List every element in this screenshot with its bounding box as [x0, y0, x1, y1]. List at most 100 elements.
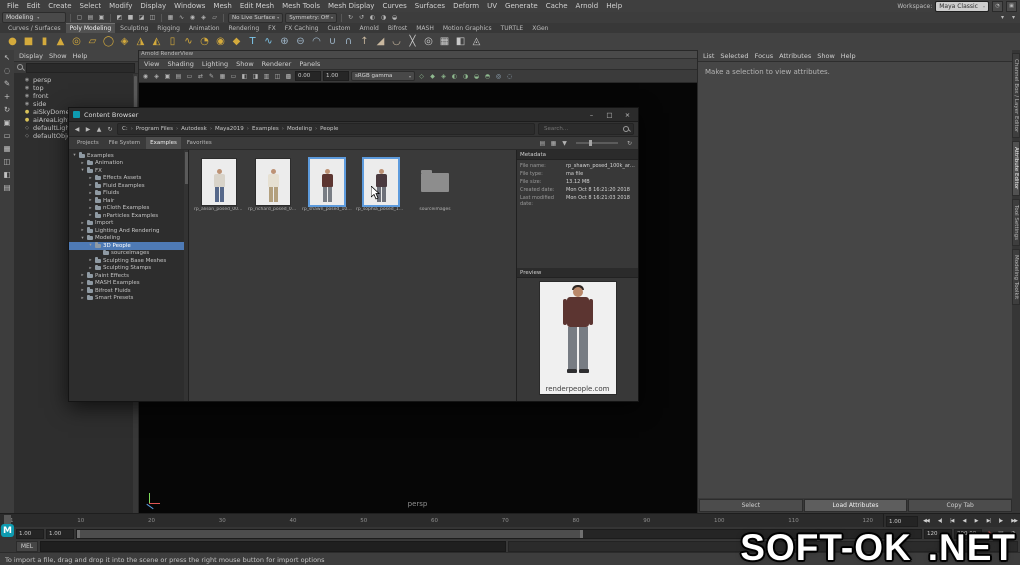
- breadcrumb-segment[interactable]: Autodesk: [173, 126, 207, 132]
- type-tool-icon[interactable]: T: [245, 34, 260, 49]
- exposure-field[interactable]: [295, 71, 321, 81]
- thumbnail-size-slider[interactable]: [576, 142, 618, 144]
- outliner-menu-item[interactable]: Show: [46, 52, 70, 60]
- tree-item[interactable]: ▸ Paint Effects: [69, 272, 188, 280]
- poly-disc-icon[interactable]: ◯: [101, 34, 116, 49]
- save-scene-icon[interactable]: ▣: [97, 14, 106, 21]
- tree-item[interactable]: ▾ FX: [69, 167, 188, 175]
- menubar-item[interactable]: Help: [602, 2, 626, 10]
- asset-item[interactable]: rp_shawn_posed_100K_ar...: [303, 158, 351, 212]
- tree-expand-arrow[interactable]: ▸: [88, 213, 93, 218]
- move-tool-icon[interactable]: +: [4, 92, 10, 101]
- menubar-item[interactable]: Arnold: [572, 2, 603, 10]
- tree-item[interactable]: ▸ Bifrost Fluids: [69, 287, 188, 295]
- ipr-render-icon[interactable]: ◑: [379, 14, 388, 21]
- field-chart-icon[interactable]: ▥: [262, 73, 271, 80]
- bridge-icon[interactable]: ◡: [389, 34, 404, 49]
- playback-start-field[interactable]: [46, 529, 74, 539]
- split-pane-layout-icon[interactable]: ◧: [3, 170, 10, 179]
- refresh-icon[interactable]: ↻: [106, 126, 114, 133]
- select-object-icon[interactable]: ■: [126, 14, 135, 21]
- range-slider-bar[interactable]: [77, 530, 583, 538]
- attribute-editor-menu-item[interactable]: Show: [814, 52, 838, 60]
- tree-item[interactable]: ▾ 3D People: [69, 242, 188, 250]
- command-line-input[interactable]: [40, 541, 506, 552]
- poly-helix-icon[interactable]: ∿: [181, 34, 196, 49]
- tree-item[interactable]: ▸ Lighting And Rendering: [69, 227, 188, 235]
- shelf-tab[interactable]: MASH: [412, 23, 438, 33]
- snap-curve-icon[interactable]: ∿: [177, 14, 186, 21]
- tree-item[interactable]: ▸ Smart Presets: [69, 295, 188, 303]
- viewport-menu-item[interactable]: Panels: [295, 60, 324, 68]
- safe-title-icon[interactable]: ▩: [284, 73, 293, 80]
- viewport-menu-item[interactable]: Shading: [163, 60, 197, 68]
- select-camera-icon[interactable]: ◉: [141, 73, 150, 80]
- poly-cube-icon[interactable]: ■: [21, 34, 36, 49]
- range-handle-left[interactable]: [77, 530, 80, 538]
- hypershade-layout-icon[interactable]: ▤: [3, 183, 10, 192]
- attribute-editor-menu-item[interactable]: Attributes: [776, 52, 814, 60]
- gate-mask-icon[interactable]: ◨: [251, 73, 260, 80]
- content-browser-tab[interactable]: File System: [105, 137, 144, 149]
- tree-expand-arrow[interactable]: ▸: [88, 266, 93, 271]
- forward-icon[interactable]: ▶: [84, 126, 92, 133]
- shelf-tab[interactable]: TURTLE: [497, 23, 528, 33]
- paint-select-tool-icon[interactable]: ✎: [4, 79, 10, 88]
- time-slider[interactable]: 1102030405060708090100110120: [0, 514, 884, 528]
- tree-expand-arrow[interactable]: ▸: [80, 288, 85, 293]
- no-construction-history-icon[interactable]: ↺: [357, 14, 366, 21]
- shadows-icon[interactable]: ◑: [461, 73, 470, 80]
- menubar-item[interactable]: Create: [44, 2, 75, 10]
- highlight-selection-icon[interactable]: ◫: [148, 14, 157, 21]
- attribute-editor-menu-item[interactable]: Focus: [752, 52, 777, 60]
- tree-expand-arrow[interactable]: ▾: [80, 236, 85, 241]
- tree-item[interactable]: ▸ Fluid Examples: [69, 182, 188, 190]
- isolate-select-icon[interactable]: ◎: [494, 73, 503, 80]
- current-frame-field[interactable]: [886, 516, 918, 527]
- menubar-item[interactable]: Windows: [170, 2, 209, 10]
- tree-expand-arrow[interactable]: ▸: [88, 198, 93, 203]
- shelf-tab[interactable]: Poly Modeling: [66, 23, 116, 33]
- go-to-start-button[interactable]: ◀◀: [923, 518, 929, 524]
- grease-pencil-icon[interactable]: ✎: [207, 73, 216, 80]
- poly-platonic-icon[interactable]: ◈: [117, 34, 132, 49]
- open-scene-icon[interactable]: ▤: [86, 14, 95, 21]
- step-forward-frame-button[interactable]: |▶: [999, 518, 1002, 524]
- tree-expand-arrow[interactable]: ▸: [88, 258, 93, 263]
- menubar-item[interactable]: Surfaces: [411, 2, 449, 10]
- target-weld-icon[interactable]: ◎: [421, 34, 436, 49]
- single-pane-layout-icon[interactable]: ▭: [3, 131, 10, 140]
- play-backwards-button[interactable]: ◀: [963, 518, 966, 524]
- menubar-item[interactable]: Curves: [378, 2, 410, 10]
- tree-scrollbar[interactable]: [184, 150, 188, 401]
- sidebar-tab[interactable]: Attribute Editor: [1012, 141, 1020, 195]
- shelf-tab[interactable]: Arnold: [355, 23, 382, 33]
- smooth-icon[interactable]: ◠: [309, 34, 324, 49]
- separate-icon[interactable]: ⊖: [293, 34, 308, 49]
- snap-plane-icon[interactable]: ◈: [199, 14, 208, 21]
- poly-pyramid-icon[interactable]: ◮: [133, 34, 148, 49]
- viewport-menu-item[interactable]: Lighting: [198, 60, 232, 68]
- boolean-difference-icon[interactable]: ∩: [341, 34, 356, 49]
- snap-view-plane-icon[interactable]: ▱: [210, 14, 219, 21]
- breadcrumb-segment[interactable]: Program Files: [128, 126, 173, 132]
- 2d-pan-zoom-icon[interactable]: ⇄: [196, 73, 205, 80]
- persp-outliner-layout-icon[interactable]: ◫: [3, 157, 10, 166]
- quad-draw-icon[interactable]: ▦: [437, 34, 452, 49]
- film-gate-icon[interactable]: ▭: [229, 73, 238, 80]
- motion-blur-icon[interactable]: ◓: [483, 73, 492, 80]
- grid-toggle-icon[interactable]: ▦: [218, 73, 227, 80]
- asset-item[interactable]: rp_richard_posed_001K_al...: [249, 158, 297, 212]
- outliner-menu-item[interactable]: Help: [70, 52, 91, 60]
- maximize-button[interactable]: □: [603, 111, 616, 119]
- tree-expand-arrow[interactable]: ▸: [80, 228, 85, 233]
- bevel-icon[interactable]: ◢: [373, 34, 388, 49]
- menu-set-dropdown[interactable]: Modeling ▾: [2, 12, 66, 23]
- lasso-tool-icon[interactable]: ◌: [4, 66, 11, 75]
- attribute-editor-menu-item[interactable]: Help: [838, 52, 859, 60]
- gamma-field[interactable]: [323, 71, 349, 81]
- use-all-lights-icon[interactable]: ◐: [450, 73, 459, 80]
- tree-item[interactable]: ▸ Fluids: [69, 190, 188, 198]
- render-icon[interactable]: ◐: [368, 14, 377, 21]
- shelf-tab[interactable]: Animation: [185, 23, 224, 33]
